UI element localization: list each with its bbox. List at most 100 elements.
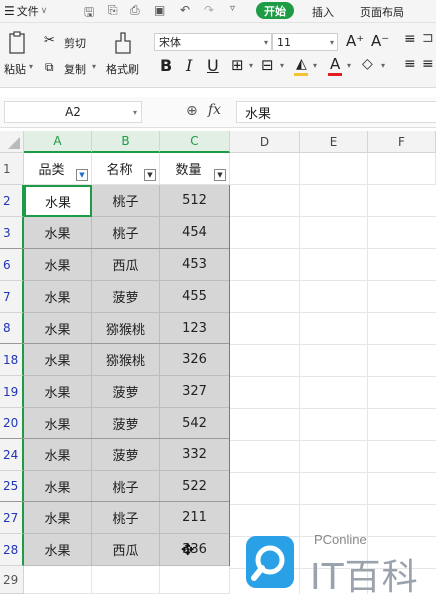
- row-header[interactable]: 27: [0, 502, 24, 534]
- row-header[interactable]: 28: [0, 534, 24, 566]
- row-header[interactable]: 18: [0, 344, 24, 376]
- copy-dropdown-icon[interactable]: ▾: [92, 62, 96, 71]
- data-cell[interactable]: 453: [160, 249, 230, 281]
- paste-icon[interactable]: [8, 31, 26, 55]
- data-cell[interactable]: 123: [160, 313, 230, 344]
- bold-icon[interactable]: B: [160, 56, 172, 75]
- fill-dropdown-icon[interactable]: ▾: [313, 61, 317, 70]
- data-cell[interactable]: 菠萝: [92, 439, 160, 471]
- data-cell[interactable]: 522: [160, 471, 230, 502]
- redo-icon[interactable]: ↷: [204, 3, 214, 17]
- data-cell[interactable]: 水果: [24, 502, 92, 534]
- decrease-font-icon[interactable]: A⁻: [371, 32, 389, 50]
- row-header[interactable]: 2: [0, 185, 24, 217]
- empty-cell[interactable]: [300, 153, 368, 185]
- column-header-d[interactable]: D: [230, 131, 300, 153]
- empty-cell[interactable]: [160, 566, 230, 594]
- header-cell-name[interactable]: 名称 ▼: [92, 153, 160, 185]
- underline-icon[interactable]: U: [207, 56, 219, 75]
- row-header[interactable]: 25: [0, 471, 24, 502]
- data-cell[interactable]: 桃子: [92, 471, 160, 502]
- row-header[interactable]: 29: [0, 566, 24, 594]
- font-size-select[interactable]: 11 ▾: [272, 33, 338, 51]
- column-header-a[interactable]: A: [24, 131, 92, 153]
- format-painter-icon[interactable]: [112, 31, 134, 55]
- data-cell[interactable]: 水果: [24, 439, 92, 471]
- data-cell[interactable]: 332: [160, 439, 230, 471]
- data-cell[interactable]: 桃子: [92, 217, 160, 249]
- column-header-f[interactable]: F: [368, 131, 436, 153]
- data-cell[interactable]: 水果: [24, 281, 92, 313]
- data-cell[interactable]: 西瓜: [92, 534, 160, 566]
- header-cell-category[interactable]: 品类 ▼: [24, 153, 92, 185]
- data-cell[interactable]: 菠萝: [92, 281, 160, 313]
- paste-button[interactable]: 粘贴: [4, 61, 26, 77]
- empty-cell[interactable]: [24, 566, 92, 594]
- data-cell[interactable]: 327: [160, 376, 230, 408]
- header-cell-quantity[interactable]: 数量 ▼: [160, 153, 230, 185]
- merge-dropdown-icon[interactable]: ▾: [280, 61, 284, 70]
- column-header-c[interactable]: C: [160, 131, 230, 153]
- print-icon[interactable]: ⎙: [130, 3, 140, 18]
- formula-input[interactable]: 水果: [236, 101, 436, 123]
- italic-icon[interactable]: I: [186, 56, 192, 75]
- column-header-b[interactable]: B: [92, 131, 160, 153]
- data-cell[interactable]: 水果: [24, 408, 92, 439]
- eraser-icon[interactable]: ◇: [362, 56, 373, 72]
- data-cell[interactable]: 水果: [24, 217, 92, 249]
- row-header[interactable]: 6: [0, 249, 24, 281]
- zoom-icon[interactable]: ⊕: [186, 103, 198, 119]
- data-cell[interactable]: 水果: [24, 344, 92, 376]
- empty-cell[interactable]: [368, 153, 436, 185]
- export-icon[interactable]: ⎘: [108, 3, 118, 18]
- data-cell[interactable]: 菠萝: [92, 408, 160, 439]
- format-painter-button[interactable]: 格式刷: [106, 61, 139, 77]
- eraser-dropdown-icon[interactable]: ▾: [381, 61, 385, 70]
- increase-font-icon[interactable]: A⁺: [346, 32, 364, 50]
- data-cell[interactable]: 猕猴桃: [92, 344, 160, 376]
- row-header[interactable]: 7: [0, 281, 24, 313]
- filter-active-icon[interactable]: ▼: [76, 169, 88, 181]
- active-cell[interactable]: 水果: [24, 185, 92, 217]
- customize-icon[interactable]: ▿: [230, 3, 235, 14]
- data-cell[interactable]: 水果: [24, 249, 92, 281]
- fill-color-icon[interactable]: ◭: [296, 56, 307, 72]
- select-all-corner[interactable]: [0, 131, 24, 153]
- row-header[interactable]: 19: [0, 376, 24, 408]
- data-cell[interactable]: 水果: [24, 471, 92, 502]
- filter-dropdown-icon[interactable]: ▼: [214, 169, 226, 181]
- cut-button[interactable]: 剪切: [64, 35, 86, 51]
- row-header[interactable]: 20: [0, 408, 24, 439]
- data-cell[interactable]: 542: [160, 408, 230, 439]
- data-cell[interactable]: 桃子: [92, 502, 160, 534]
- column-header-e[interactable]: E: [300, 131, 368, 153]
- row-header[interactable]: 8: [0, 313, 24, 344]
- data-cell[interactable]: 336: [160, 534, 230, 566]
- data-cell[interactable]: 水果: [24, 376, 92, 408]
- save-icon[interactable]: 🖫: [84, 3, 94, 24]
- file-menu[interactable]: ☰ 文件 ∨: [4, 3, 47, 19]
- row-header[interactable]: 3: [0, 217, 24, 249]
- undo-icon[interactable]: ↶: [180, 3, 190, 17]
- paste-dropdown-icon[interactable]: ▾: [29, 62, 33, 71]
- tab-home[interactable]: 开始: [256, 2, 294, 19]
- data-cell[interactable]: 326: [160, 344, 230, 376]
- empty-cell[interactable]: [92, 566, 160, 594]
- data-cell[interactable]: 512: [160, 185, 230, 217]
- data-cell[interactable]: 211: [160, 502, 230, 534]
- name-box[interactable]: A2 ▾: [4, 101, 142, 123]
- data-cell[interactable]: 455: [160, 281, 230, 313]
- font-color-dropdown-icon[interactable]: ▾: [347, 61, 351, 70]
- border-icon[interactable]: ⊞: [231, 56, 244, 74]
- align-left-icon[interactable]: ≡: [404, 56, 416, 72]
- align-top-icon[interactable]: ≡: [404, 31, 416, 47]
- border-dropdown-icon[interactable]: ▾: [249, 61, 253, 70]
- font-color-icon[interactable]: A: [330, 55, 340, 73]
- preview-icon[interactable]: ▣: [154, 3, 165, 17]
- align-center-icon[interactable]: ≡: [422, 56, 434, 72]
- data-cell[interactable]: 水果: [24, 313, 92, 344]
- row-header[interactable]: 24: [0, 439, 24, 471]
- empty-cell[interactable]: [230, 153, 300, 185]
- data-cell[interactable]: 454: [160, 217, 230, 249]
- merge-icon[interactable]: ⊟: [261, 56, 274, 74]
